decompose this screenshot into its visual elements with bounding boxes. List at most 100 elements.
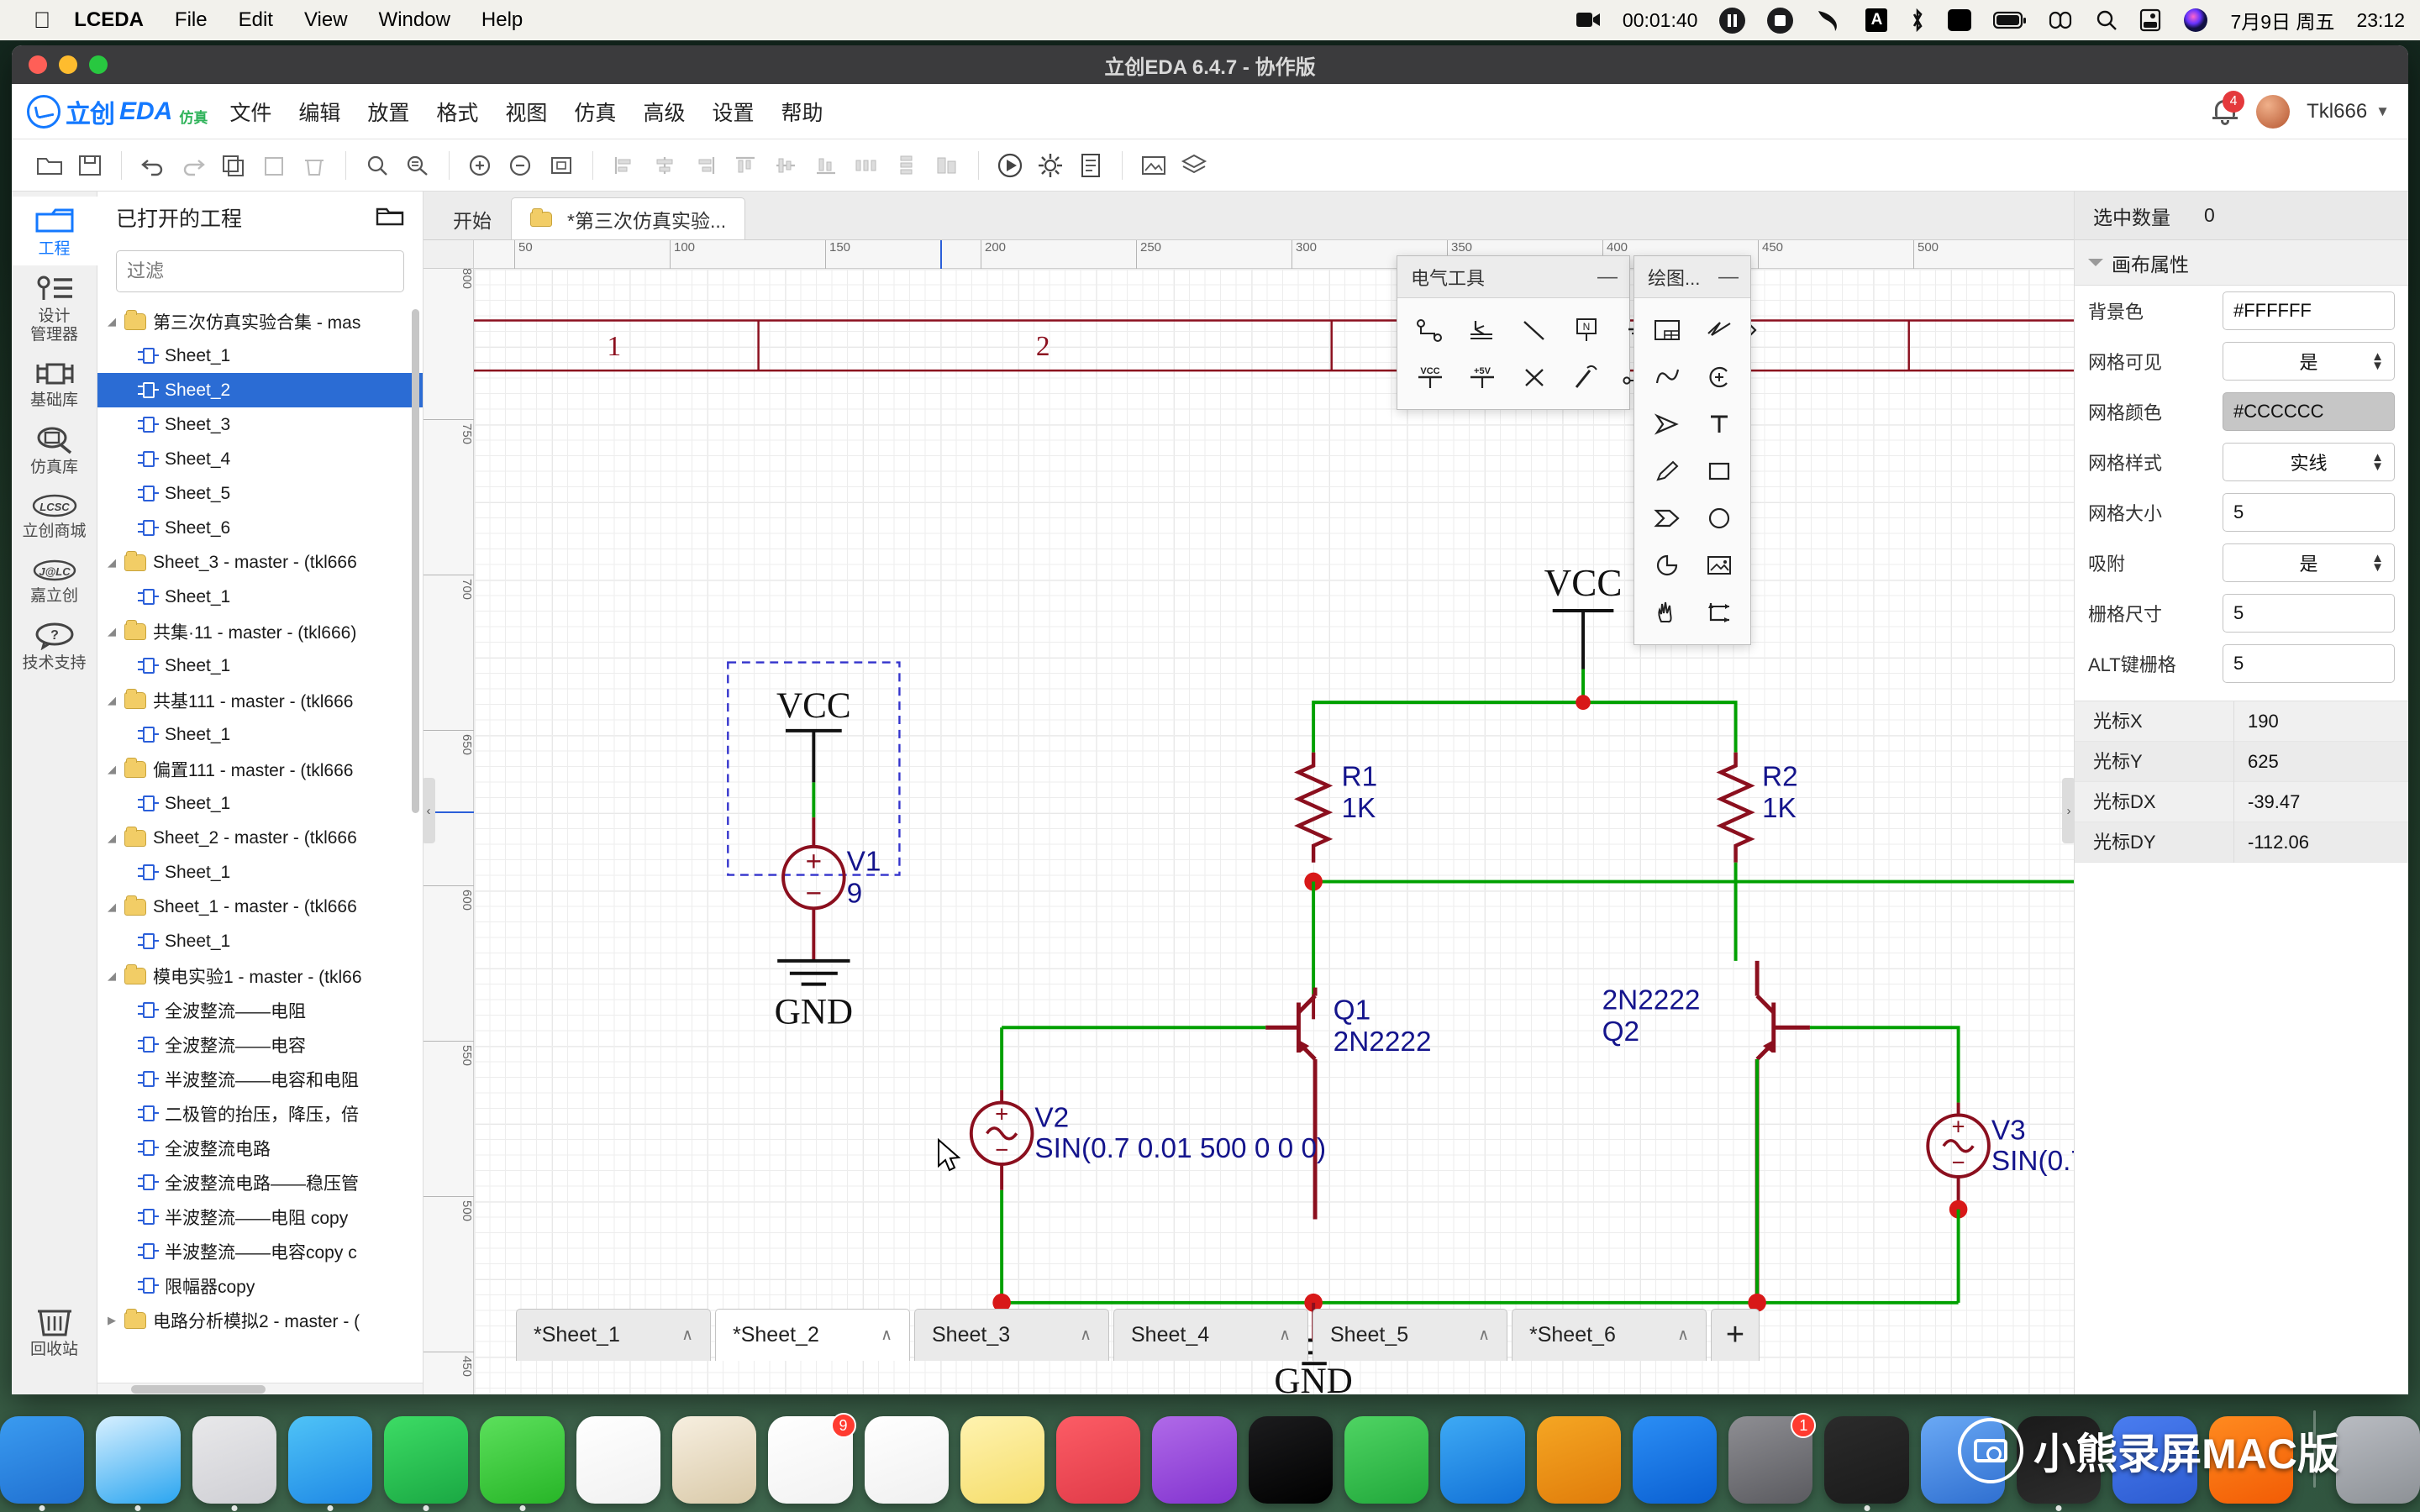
dock-icon-pages[interactable] [1537, 1416, 1621, 1504]
line-icon[interactable] [1510, 308, 1559, 352]
screen-record-icon[interactable] [1576, 9, 1601, 31]
sidebar-item-basic-library[interactable]: 基础库 [12, 351, 97, 417]
tree-folder-row[interactable]: ◢共集·11 - master - (tkl666) [97, 614, 423, 648]
project-tree[interactable]: ◢第三次仿真实验合集 - masSheet_1Sheet_2Sheet_3She… [97, 301, 423, 1383]
no-connect-icon[interactable] [1510, 355, 1559, 399]
search-icon[interactable] [2096, 9, 2118, 31]
chevron-up-icon[interactable]: ∧ [881, 1326, 892, 1345]
tree-sheet-row[interactable]: 全波整流电路——稳压管 [97, 1165, 423, 1200]
sidebar-item-project[interactable]: 工程 [12, 197, 97, 265]
stop-recording-button[interactable] [1767, 8, 1793, 34]
sidebar-item-lcsc-mall[interactable]: LCSC 立创商城 [12, 484, 97, 548]
app-menu-simulate[interactable]: 仿真 [574, 97, 616, 127]
layers-icon[interactable] [1175, 146, 1213, 185]
copy-icon[interactable] [214, 146, 253, 185]
project-tree-scrollbar[interactable] [412, 309, 419, 813]
tree-sheet-row[interactable]: Sheet_1 [97, 717, 423, 752]
save-file-icon[interactable] [71, 146, 109, 185]
collapse-right-panel-handle[interactable]: › [2062, 778, 2074, 843]
tree-sheet-row[interactable]: Sheet_1 [97, 580, 423, 614]
tree-sheet-row[interactable]: Sheet_1 [97, 855, 423, 890]
simulation-settings-icon[interactable] [1031, 146, 1070, 185]
sheet-tab[interactable]: Sheet_4∧ [1113, 1309, 1308, 1361]
align-center-h-icon[interactable] [645, 146, 684, 185]
pencil-icon[interactable] [1643, 449, 1691, 493]
tree-sheet-row[interactable]: Sheet_6 [97, 511, 423, 545]
property-input[interactable]: 5 [2223, 594, 2395, 633]
align-left-icon[interactable] [605, 146, 644, 185]
apple-logo-icon[interactable]:  [34, 9, 50, 32]
bluetooth-icon[interactable] [1909, 8, 1926, 33]
dimension-icon[interactable] [1695, 591, 1744, 634]
minimize-window-button[interactable] [59, 55, 77, 74]
expand-triangle-icon[interactable]: ◢ [108, 315, 124, 328]
fit-to-screen-icon[interactable] [542, 146, 581, 185]
dock-icon-contacts[interactable] [672, 1416, 756, 1504]
dock-icon-facetime[interactable] [384, 1416, 468, 1504]
menu-item-help[interactable]: Help [481, 8, 523, 32]
minimize-icon[interactable]: — [1597, 267, 1618, 287]
menu-item-view[interactable]: View [304, 8, 348, 32]
app-menu-view[interactable]: 视图 [505, 97, 547, 127]
notification-bell-icon[interactable]: 4 [2211, 97, 2239, 126]
delete-icon[interactable] [295, 146, 334, 185]
tree-sheet-row[interactable]: Sheet_1 [97, 924, 423, 958]
open-folder-icon[interactable] [376, 204, 404, 232]
sidebar-item-jlc[interactable]: J@LC 嘉立创 [12, 549, 97, 612]
collapse-triangle-icon[interactable]: ▶ [108, 1314, 124, 1327]
zoom-in-icon[interactable] [461, 146, 500, 185]
dock-icon-podcasts[interactable] [1152, 1416, 1236, 1504]
expand-triangle-icon[interactable]: ◢ [108, 763, 124, 776]
property-select[interactable]: 实线▲▼ [2223, 443, 2395, 481]
property-select[interactable]: 是▲▼ [2223, 543, 2395, 582]
project-tree-hscrollbar[interactable] [97, 1383, 423, 1394]
minimize-icon[interactable]: — [1718, 267, 1739, 287]
chevron-up-icon[interactable]: ∧ [1677, 1326, 1689, 1345]
dock-icon-calendar[interactable]: 9 [768, 1416, 852, 1504]
app-menu-advanced[interactable]: 高级 [643, 97, 685, 127]
tree-folder-row[interactable]: ◢第三次仿真实验合集 - mas [97, 304, 423, 339]
expand-triangle-icon[interactable]: ◢ [108, 625, 124, 638]
tree-sheet-row[interactable]: Sheet_5 [97, 476, 423, 511]
tree-sheet-row[interactable]: Sheet_4 [97, 442, 423, 476]
netlist-icon[interactable] [1071, 146, 1110, 185]
property-color-input[interactable]: #CCCCCC [2223, 392, 2395, 431]
expand-triangle-icon[interactable]: ◢ [108, 832, 124, 845]
electrical-tools-palette[interactable]: 电气工具 — N VCC +5V [1397, 255, 1630, 410]
tree-sheet-row[interactable]: 全波整流电路 [97, 1131, 423, 1165]
probe-icon[interactable] [1562, 355, 1611, 399]
dock-icon-trash[interactable] [2336, 1416, 2420, 1504]
tree-sheet-row[interactable]: 半波整流——电容copy c [97, 1234, 423, 1268]
spline-icon[interactable] [1643, 355, 1691, 399]
bus-icon[interactable] [1458, 308, 1507, 352]
tree-folder-row[interactable]: ◢共基111 - master - (tkl666 [97, 683, 423, 717]
netlabel-icon[interactable]: N [1562, 308, 1611, 352]
app-menu-place[interactable]: 放置 [367, 97, 409, 127]
align-top-icon[interactable] [726, 146, 765, 185]
text-icon[interactable] [1695, 402, 1744, 446]
bird-app-icon[interactable] [1815, 8, 1844, 33]
sidebar-item-simulation-library[interactable]: 仿真库 [12, 417, 97, 484]
stepper-icon[interactable]: ▲▼ [2371, 352, 2384, 371]
undo-icon[interactable] [134, 146, 172, 185]
image-icon[interactable] [1695, 543, 1744, 587]
dock-icon-finder[interactable] [0, 1416, 84, 1504]
app-menu-edit[interactable]: 编辑 [298, 97, 340, 127]
control-center-icon[interactable] [2049, 9, 2074, 31]
arc-icon[interactable] [1695, 355, 1744, 399]
align-right-icon[interactable] [686, 146, 724, 185]
find-replace-icon[interactable] [398, 146, 437, 185]
property-input[interactable]: 5 [2223, 644, 2395, 683]
tree-sheet-row[interactable]: Sheet_3 [97, 407, 423, 442]
menu-item-lceda[interactable]: LCEDA [74, 8, 144, 32]
battery-icon[interactable] [1993, 11, 2027, 29]
rectangle-icon[interactable] [1695, 449, 1744, 493]
dock-icon-settings[interactable]: 1 [1728, 1416, 1812, 1504]
sheet-tab[interactable]: *Sheet_1∧ [516, 1309, 711, 1361]
app-menu-format[interactable]: 格式 [436, 97, 478, 127]
vcc-icon[interactable]: VCC [1406, 355, 1455, 399]
app-menu-settings[interactable]: 设置 [712, 97, 754, 127]
arrow-icon[interactable] [1643, 402, 1691, 446]
tree-sheet-row[interactable]: Sheet_1 [97, 648, 423, 683]
user-avatar[interactable] [2256, 95, 2290, 129]
